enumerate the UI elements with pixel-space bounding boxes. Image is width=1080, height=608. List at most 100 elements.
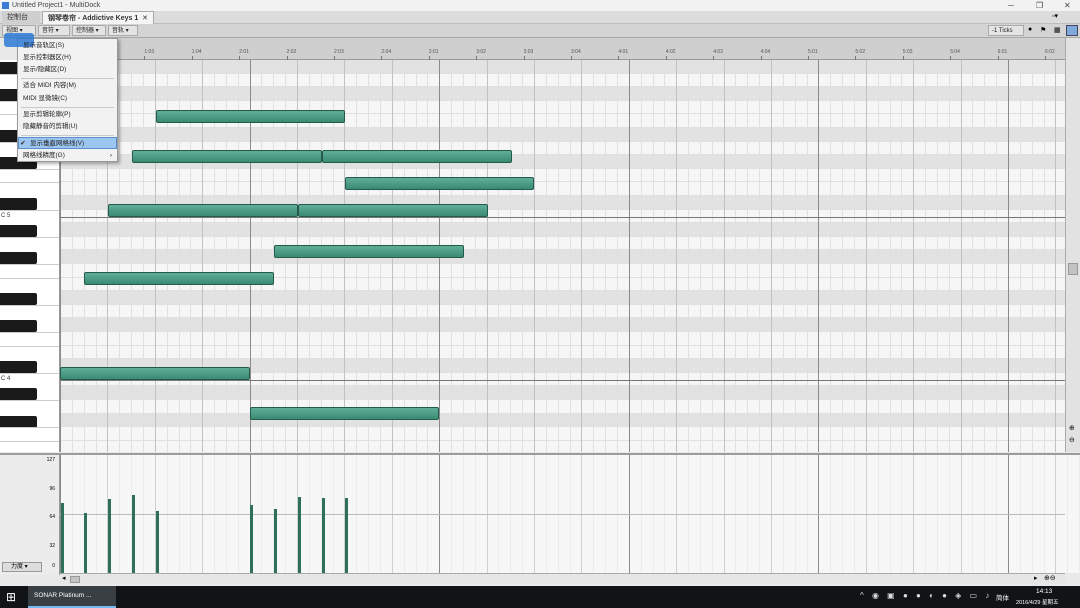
zoom-out-icon[interactable]: ⊖ xyxy=(1069,436,1075,444)
velocity-bar[interactable] xyxy=(84,513,87,573)
horizontal-zoom-icon[interactable]: ⊕⊖ xyxy=(1044,574,1056,582)
grid-row xyxy=(60,168,1065,183)
velocity-bar[interactable] xyxy=(274,509,277,573)
grid-vertical-line xyxy=(794,60,796,452)
snap-dropdown[interactable]: -1 Ticks xyxy=(988,25,1024,36)
velocity-bar[interactable] xyxy=(61,503,64,573)
dock-menu-icon[interactable]: ▫▾ xyxy=(1052,12,1058,20)
c5-line xyxy=(60,217,1065,218)
grid-view-icon[interactable] xyxy=(1066,25,1078,36)
grid-vertical-line xyxy=(865,60,867,452)
menu-item-fit-midi[interactable]: 适合 MIDI 内容(M) xyxy=(18,80,117,92)
piano-white-key-line xyxy=(0,400,59,401)
minimize-icon[interactable]: ─ xyxy=(1008,0,1014,11)
time-ruler[interactable]: 1:021:031:042:012:022:032:043:013:023:03… xyxy=(60,38,1065,60)
snap-toggle-icon[interactable]: ● xyxy=(1028,26,1032,33)
grid-vertical-line xyxy=(510,60,512,452)
velocity-scale: 127 96 64 32 0 xyxy=(0,455,60,575)
midi-note[interactable] xyxy=(298,204,488,217)
menu-notes-button[interactable]: 音符 ▾ xyxy=(38,25,70,36)
menu-item-gridline-resolution-label: 网格线精度(G) xyxy=(23,152,65,159)
zoom-in-icon[interactable]: ⊕ xyxy=(1069,424,1075,432)
grid-vertical-line xyxy=(806,60,808,452)
piano-black-key[interactable] xyxy=(0,388,37,401)
grid-vertical-line xyxy=(142,60,144,452)
ime-indicator[interactable]: 简体 xyxy=(996,592,1009,602)
grid-vertical-line xyxy=(534,60,535,452)
piano-black-key[interactable] xyxy=(0,198,37,210)
ruler-tick-label: 5:03 xyxy=(902,49,913,55)
ruler-tick-label: 2:02 xyxy=(286,49,297,55)
grid-row xyxy=(60,60,1065,74)
horizontal-scrollbar[interactable]: ◂ ▸ ⊕⊖ xyxy=(60,573,1065,584)
vertical-scroll-thumb[interactable] xyxy=(1068,263,1078,275)
grid-vertical-line xyxy=(925,60,927,452)
note-grid[interactable] xyxy=(60,60,1065,452)
midi-note[interactable] xyxy=(345,177,534,190)
windows-start-icon[interactable]: ⊞ xyxy=(6,590,16,604)
ruler-tick-label: 3:02 xyxy=(476,49,486,55)
menu-item-midi-microscope-label: MIDI 显微镜(C) xyxy=(23,95,68,102)
velocity-bar[interactable] xyxy=(345,498,348,573)
velocity-lane[interactable] xyxy=(60,455,1080,573)
midi-note[interactable] xyxy=(156,110,345,123)
piano-black-key[interactable] xyxy=(0,225,37,238)
taskbar-app-sonar[interactable]: SONAR Platinum ... xyxy=(28,586,116,608)
submenu-arrow-icon: › xyxy=(109,152,112,159)
midi-note[interactable] xyxy=(60,367,250,380)
menu-controllers-button[interactable]: 控制器 ▾ xyxy=(72,25,106,36)
piano-black-key[interactable] xyxy=(0,361,37,374)
menu-item-show-controller-pane[interactable]: 显示控制器区(H) xyxy=(18,52,117,64)
midi-note[interactable] xyxy=(274,245,464,258)
grid-row xyxy=(60,427,1065,441)
horizontal-scroll-thumb[interactable] xyxy=(70,576,80,583)
menu-item-hide-muted-clips[interactable]: 隐藏静音的剪辑(U) xyxy=(18,121,117,133)
restore-icon[interactable]: ❐ xyxy=(1036,0,1043,11)
velocity-bar[interactable] xyxy=(322,498,325,573)
piano-black-key[interactable] xyxy=(0,252,37,265)
midi-note[interactable] xyxy=(108,204,298,217)
velocity-pane[interactable]: 127 96 64 32 0 力度 ▾ xyxy=(0,453,1080,575)
ruler-tick-label: 1:04 xyxy=(191,49,202,55)
menu-item-show-hidden-pane[interactable]: 显示/隐藏区(D) xyxy=(18,64,117,76)
layout-icon[interactable]: ▦ xyxy=(1054,26,1061,34)
tab-console[interactable]: 控制台 xyxy=(2,11,40,24)
scroll-right-icon[interactable]: ▸ xyxy=(1034,574,1038,582)
velocity-bar[interactable] xyxy=(298,497,301,573)
velocity-bar[interactable] xyxy=(108,499,111,573)
velocity-bar[interactable] xyxy=(250,505,253,573)
clock-date[interactable]: 2016/4/29 星期五 xyxy=(1016,598,1059,606)
velocity-bar[interactable] xyxy=(132,495,135,573)
piano-black-key[interactable] xyxy=(0,293,37,306)
c4-line xyxy=(60,380,1065,381)
clock-time[interactable]: 14:13 xyxy=(1036,588,1052,595)
tray-icons[interactable]: ^ ◉ ▣ ● ● ◐ ● ◈ ▭ ♪ xyxy=(860,591,992,600)
velocity-bar[interactable] xyxy=(156,511,159,573)
piano-black-key[interactable] xyxy=(0,320,37,333)
piano-white-key-line xyxy=(0,304,59,306)
menu-item-show-clip-outline[interactable]: 显示剪辑轮廓(P) xyxy=(18,109,117,121)
menu-item-gridline-resolution[interactable]: 网格线精度(G) › xyxy=(18,150,117,162)
controller-type-dropdown[interactable]: 力度 ▾ xyxy=(2,562,42,572)
grid-row xyxy=(60,291,1065,305)
vertical-scrollbar[interactable]: ⊕ ⊖ xyxy=(1065,38,1080,452)
midi-note[interactable] xyxy=(84,272,274,285)
menu-item-midi-microscope[interactable]: MIDI 显微镜(C) xyxy=(18,93,117,105)
grid-vertical-line xyxy=(948,60,950,452)
midi-note[interactable] xyxy=(322,150,512,163)
menu-item-show-track-pane[interactable]: 显示音轨区(S) xyxy=(18,40,117,52)
midi-note[interactable] xyxy=(250,407,439,420)
menu-tracks-button[interactable]: 音轨 ▾ xyxy=(108,25,138,36)
marker-icon[interactable]: ⚑ xyxy=(1040,26,1046,34)
close-icon[interactable]: ✕ xyxy=(1064,0,1071,11)
scroll-left-icon[interactable]: ◂ xyxy=(62,574,66,582)
tab-piano-roll[interactable]: 钢琴卷帘 - Addictive Keys 1 ✕ xyxy=(42,11,154,24)
midi-note[interactable] xyxy=(132,150,322,163)
grid-row xyxy=(60,182,1065,196)
piano-black-key[interactable] xyxy=(0,415,37,428)
menu-item-show-vertical-gridlines[interactable]: ✔ 显示垂直网格线(V) xyxy=(18,137,117,149)
menu-item-show-clip-outline-label: 显示剪辑轮廓(P) xyxy=(23,111,71,118)
title-bar: Untitled Project1 - MultiDock ─ ❐ ✕ xyxy=(0,0,1080,11)
grid-vertical-line xyxy=(759,60,761,452)
ruler-tick-label: 3:04 xyxy=(571,49,581,55)
